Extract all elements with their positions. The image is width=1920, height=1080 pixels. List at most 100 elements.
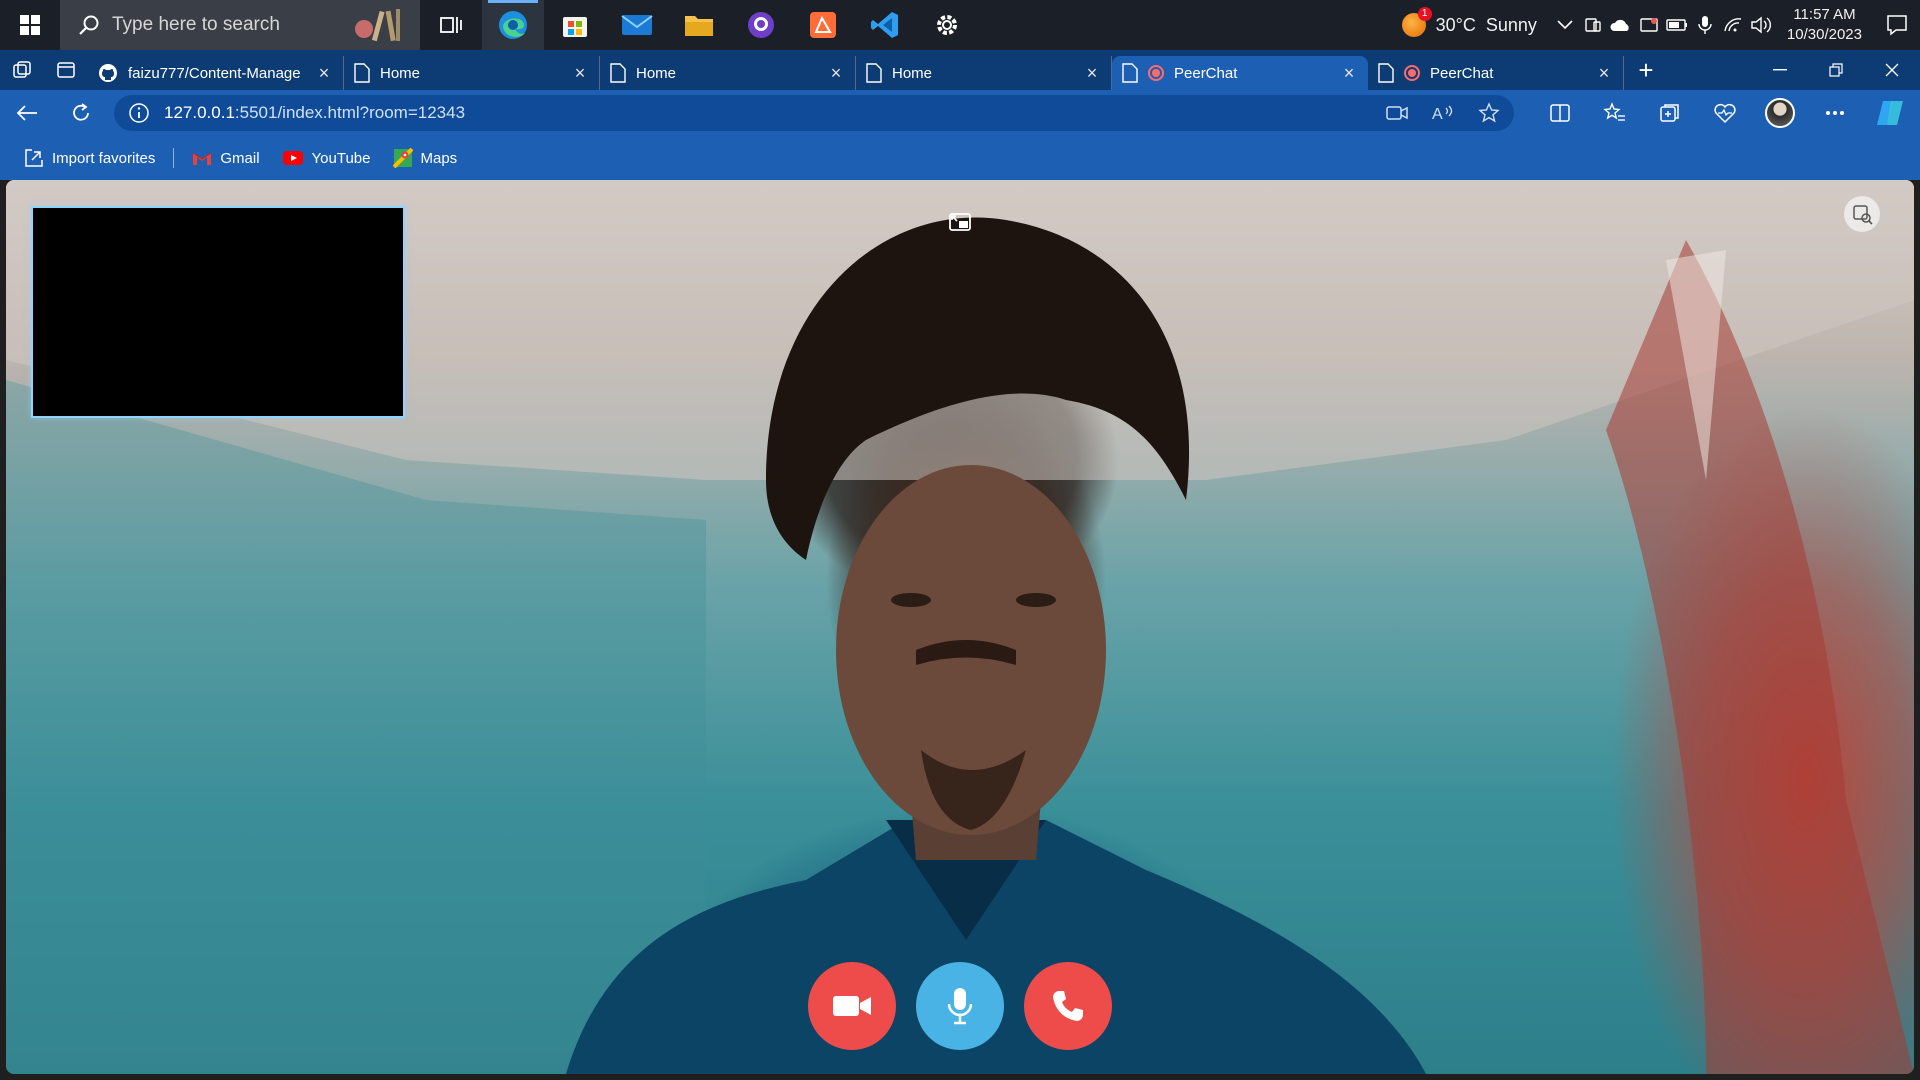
gmail-link[interactable]: Gmail	[184, 146, 267, 171]
tray-overflow-chevron-icon[interactable]	[1551, 0, 1579, 50]
vscode-icon	[871, 12, 898, 38]
system-tray: 1 30°C Sunny 11:57 AM 10/30/2023	[1388, 0, 1920, 50]
clock-date: 10/30/2023	[1786, 26, 1862, 43]
taskbar-store[interactable]	[544, 0, 606, 50]
tab-close-icon[interactable]: ×	[571, 63, 589, 84]
taskbar-settings[interactable]	[916, 0, 978, 50]
recording-indicator-icon	[1148, 65, 1164, 81]
camera-permission-icon[interactable]	[1386, 105, 1408, 121]
copilot-button[interactable]	[1862, 90, 1917, 136]
taskbar-search[interactable]: Type here to search	[60, 0, 420, 50]
taskbar-file-explorer[interactable]	[668, 0, 730, 50]
notification-center-button[interactable]	[1874, 0, 1920, 50]
onedrive-cloud-icon[interactable]	[1607, 0, 1635, 50]
collections-icon	[1659, 104, 1679, 122]
microphone-tray-icon[interactable]	[1691, 0, 1719, 50]
page-icon	[866, 63, 882, 83]
favorite-star-icon[interactable]	[1478, 102, 1500, 124]
tab-actions-icon	[57, 62, 75, 78]
url-text[interactable]: 127.0.0.1:5501/index.html?room=12343	[164, 103, 1372, 123]
security-icon[interactable]	[1635, 0, 1663, 50]
fav-label: Import favorites	[52, 149, 156, 167]
back-button[interactable]	[0, 90, 54, 136]
camera-toggle-button[interactable]	[808, 962, 896, 1050]
visual-search-button[interactable]	[1844, 196, 1880, 232]
browser-essentials-button[interactable]	[1697, 90, 1752, 136]
clock-time: 11:57 AM	[1793, 6, 1856, 23]
split-screen-icon	[1549, 104, 1570, 122]
tab-home-3[interactable]: Home ×	[856, 56, 1112, 90]
task-view-icon	[440, 17, 462, 33]
gmail-icon	[193, 152, 212, 165]
postman-icon	[810, 12, 836, 38]
youtube-link[interactable]: YouTube	[274, 146, 379, 171]
maps-icon	[392, 148, 413, 168]
favorites-button[interactable]	[1587, 90, 1642, 136]
import-favorites-link[interactable]: Import favorites	[16, 145, 163, 171]
tab-label: PeerChat	[1174, 64, 1238, 82]
site-info-icon[interactable]	[128, 102, 150, 124]
more-dots-icon	[1825, 111, 1844, 115]
wifi-icon[interactable]	[1719, 0, 1747, 50]
visual-search-icon	[1853, 205, 1873, 225]
settings-more-button[interactable]	[1807, 90, 1862, 136]
start-button[interactable]	[0, 0, 60, 50]
favorites-list-icon	[1602, 102, 1625, 121]
tab-close-icon[interactable]: ×	[1595, 63, 1613, 84]
maps-link[interactable]: Maps	[385, 144, 466, 172]
task-view-button[interactable]	[420, 0, 482, 50]
page-icon	[354, 63, 370, 83]
phone-icon	[1053, 991, 1083, 1021]
minimize-button[interactable]	[1752, 50, 1808, 90]
restore-icon	[1829, 63, 1843, 77]
taskbar-mail[interactable]	[606, 0, 668, 50]
tab-close-icon[interactable]: ×	[1083, 63, 1101, 84]
fav-label: YouTube	[311, 149, 371, 167]
volume-icon[interactable]	[1747, 0, 1775, 50]
taskbar-edge[interactable]	[482, 0, 544, 50]
picture-in-picture-icon[interactable]	[948, 210, 972, 234]
tab-close-icon[interactable]: ×	[315, 63, 333, 84]
workspaces-button[interactable]	[0, 50, 44, 90]
battery-icon[interactable]	[1663, 0, 1691, 50]
tab-home-1[interactable]: Home ×	[344, 56, 600, 90]
tab-home-2[interactable]: Home ×	[600, 56, 856, 90]
read-aloud-icon[interactable]: A	[1432, 104, 1454, 122]
recording-indicator-icon	[1404, 65, 1420, 81]
new-tab-button[interactable]: +	[1624, 55, 1668, 86]
browser-tab-strip: faizu777/Content-Manage × Home × Home × …	[0, 50, 1920, 90]
collections-button[interactable]	[1642, 90, 1697, 136]
taskbar-vscode[interactable]	[854, 0, 916, 50]
weather-widget[interactable]: 1 30°C Sunny	[1388, 7, 1551, 37]
refresh-icon	[73, 103, 89, 121]
favorites-divider	[173, 148, 175, 168]
restore-button[interactable]	[1808, 50, 1864, 90]
split-screen-button[interactable]	[1532, 90, 1587, 136]
tab-actions-button[interactable]	[44, 50, 88, 90]
phone-link-icon[interactable]	[1579, 0, 1607, 50]
taskbar-github-desktop[interactable]	[730, 0, 792, 50]
windows-taskbar: Type here to search 1 30°C Sunny 11:57 A…	[0, 0, 1920, 50]
fav-label: Gmail	[220, 149, 260, 167]
tab-peerchat-active[interactable]: PeerChat ×	[1112, 56, 1368, 90]
folder-icon	[685, 16, 713, 36]
tab-peerchat[interactable]: PeerChat ×	[1368, 56, 1624, 90]
sun-icon: 1	[1401, 7, 1432, 37]
weather-temp: 30°C	[1435, 14, 1476, 35]
tab-close-icon[interactable]: ×	[1340, 63, 1358, 84]
tab-close-icon[interactable]: ×	[827, 63, 845, 84]
profile-button[interactable]	[1752, 90, 1807, 136]
tab-github[interactable]: faizu777/Content-Manage ×	[88, 56, 344, 90]
close-icon	[1885, 63, 1899, 77]
close-window-button[interactable]	[1864, 50, 1920, 90]
taskbar-postman[interactable]	[792, 0, 854, 50]
address-bar[interactable]: 127.0.0.1:5501/index.html?room=12343 A	[114, 95, 1514, 131]
tab-label: Home	[892, 64, 933, 82]
microphone-toggle-button[interactable]	[916, 962, 1004, 1050]
system-clock[interactable]: 11:57 AM 10/30/2023	[1775, 5, 1874, 45]
search-placeholder: Type here to search	[112, 14, 280, 35]
edge-icon	[499, 11, 527, 39]
refresh-button[interactable]	[54, 90, 108, 136]
search-icon	[79, 15, 99, 35]
hang-up-button[interactable]	[1024, 962, 1112, 1050]
